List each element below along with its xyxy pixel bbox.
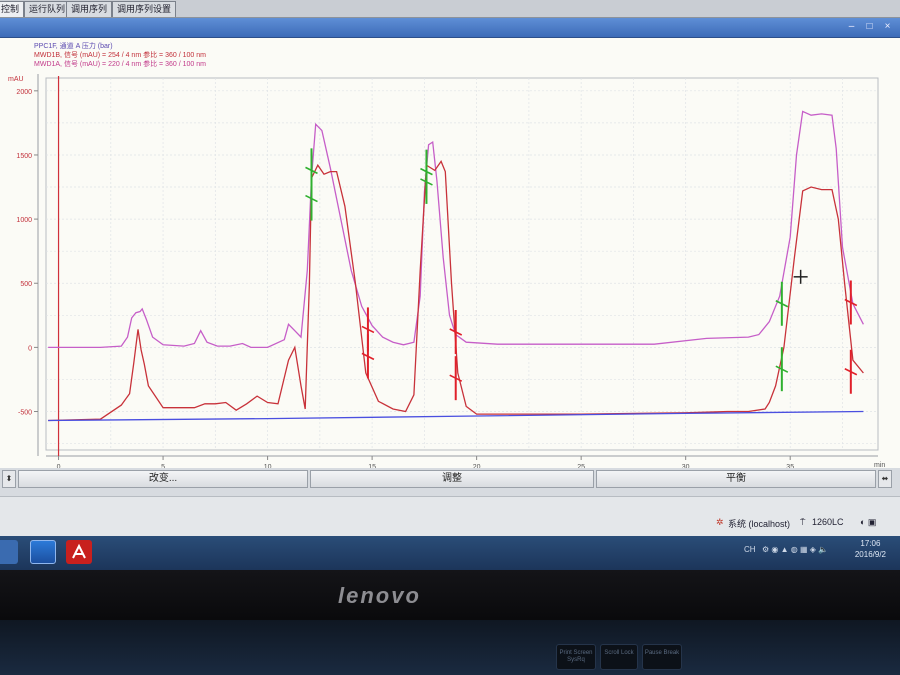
expand-icon[interactable]: ⬌ [878, 470, 892, 488]
language-indicator-icon[interactable]: CH [744, 545, 756, 554]
monitor-screen: 控制 运行队列 调用序列 调用序列设置 – □ × -500 0 500 1000 15… [0, 0, 900, 570]
chemstation-icon[interactable] [30, 540, 56, 564]
chromatogram-panel: -500 0 500 1000 1500 2000 0 5 10 15 20 25 30 35 mAU min… [0, 38, 900, 468]
minimize-icon[interactable]: – [845, 21, 858, 34]
y-tick-label: 0 [28, 345, 32, 352]
instrument-label: 1260LC [812, 517, 844, 527]
legend-entry-pressure: PPC1F, 通道 A 压力 (bar) [34, 43, 113, 50]
y-tick-label: 1000 [16, 217, 32, 224]
balance-button[interactable]: 平衡 [596, 470, 876, 488]
window-titlebar: – □ × [0, 18, 900, 38]
tab-bar: 控制 运行队列 调用序列 调用序列设置 [0, 0, 900, 18]
tray-icons[interactable]: ⚙ ◉ ▲ ◍ ▦ ◈ 🔈 [762, 545, 828, 554]
legend-entry-mwd1a: MWD1A, 信号 (mAU) = 220 / 4 nm 参比 = 360 / … [34, 61, 206, 68]
y-tick-label: 1500 [16, 153, 32, 160]
plot-area [45, 77, 879, 451]
tab-control[interactable]: 控制 [0, 1, 25, 17]
system-status-icon: ✲ [716, 517, 724, 527]
adjust-button[interactable]: 调整 [310, 470, 594, 488]
change-button[interactable]: 改变... [18, 470, 308, 488]
key-scroll-lock: Scroll Lock [600, 644, 638, 670]
chart-legend: PPC1F, 通道 A 压力 (bar) MWD1B, 信号 (mAU) = 2… [34, 42, 206, 69]
clock-time: 17:06 [860, 539, 881, 548]
lenovo-logo: lenovo [338, 583, 421, 608]
y-axis-unit-label: mAU [8, 76, 24, 83]
status-icons: ◐ ▣ [860, 517, 877, 527]
windows-taskbar: CH ⚙ ◉ ▲ ◍ ▦ ◈ 🔈 17:06 2016/9/2 [0, 536, 900, 570]
y-tick-label: -500 [18, 410, 32, 417]
taskbar-clock[interactable]: 17:06 2016/9/2 [855, 538, 886, 560]
key-pause-break: Pause Break [642, 644, 682, 670]
tab-sequence-settings[interactable]: 调用序列设置 [112, 1, 177, 17]
monitor-bezel: lenovo [0, 570, 900, 620]
legend-entry-mwd1b: MWD1B, 信号 (mAU) = 254 / 4 nm 参比 = 360 / … [34, 52, 206, 59]
close-icon[interactable]: × [881, 21, 894, 34]
scroll-updown-icon[interactable]: ⬍ [2, 470, 16, 488]
tab-sequence[interactable]: 调用序列 [66, 1, 113, 17]
keyboard: Print Screen SysRq Scroll Lock Pause Bre… [0, 620, 900, 675]
chromatogram-chart: -50005001000150020000 5 10 15 20 25 30 35mAUmin [8, 74, 885, 468]
key-print-screen: Print Screen SysRq [556, 644, 596, 670]
maximize-icon[interactable]: □ [863, 21, 876, 34]
y-tick-label: 2000 [16, 89, 32, 96]
antenna-icon: ⍑ [800, 517, 806, 527]
status-bar: ✲ 系统 (localhost) ⍑ 1260LC ◐ ▣ [0, 496, 900, 536]
clock-date: 2016/9/2 [854, 550, 886, 559]
tab-run-queue[interactable]: 运行队列 [24, 1, 71, 17]
taskbar-app-icon[interactable] [0, 540, 18, 564]
plot-button-row: ⬍ 改变... 调整 平衡 ⬌ [0, 468, 900, 496]
pdf-reader-icon[interactable] [66, 540, 92, 564]
system-status-label: 系统 (localhost) [728, 519, 791, 529]
y-tick-label: 500 [20, 281, 32, 288]
